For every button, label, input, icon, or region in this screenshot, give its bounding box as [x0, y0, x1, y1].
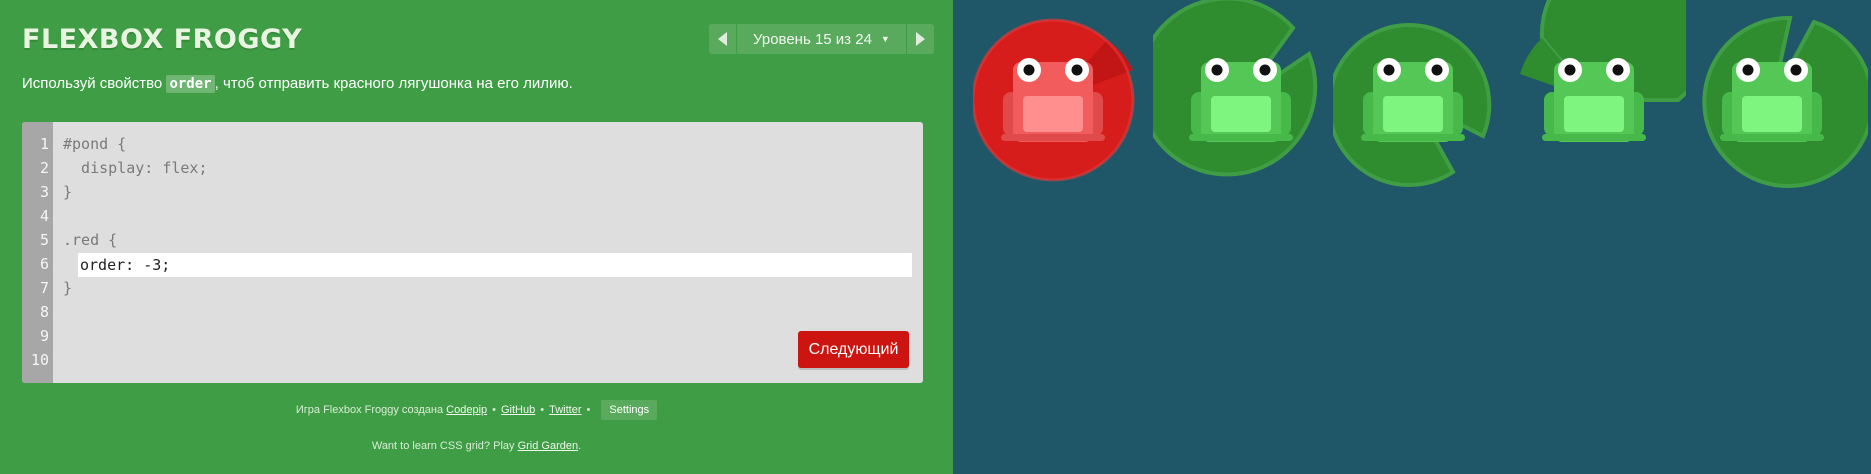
- twitter-link[interactable]: Twitter: [549, 404, 581, 416]
- pond-board: [953, 0, 1871, 474]
- promo-end: .: [578, 440, 582, 452]
- lilypad-green-icon: [1327, 23, 1492, 187]
- code-line: }: [63, 279, 73, 297]
- footer-credits: Игра Flexbox Froggy создана Codepip • Gi…: [0, 400, 953, 420]
- app-title: FLEXBOX FROGGY: [22, 24, 303, 55]
- pond-cell-1: [971, 0, 1141, 195]
- settings-button[interactable]: Settings: [601, 400, 658, 420]
- line-number: 2: [39, 159, 49, 177]
- arrow-right-icon: [915, 32, 925, 46]
- line-number: 1: [39, 135, 49, 153]
- next-level-arrow-button[interactable]: [906, 24, 934, 54]
- promo-text: Want to learn CSS grid? Play: [371, 440, 518, 452]
- line-number: 9: [39, 327, 49, 345]
- instructions-text-before: Используй свойство: [22, 75, 167, 92]
- next-level-button[interactable]: Следующий: [798, 331, 909, 368]
- lilypad-green-icon: [1702, 15, 1871, 188]
- lilypad-red-icon: [971, 18, 1135, 182]
- frog-red-icon: [1001, 58, 1105, 142]
- css-code-editor: 1 2 3 4 5 6 7 8 9 10 #pond { display: fl…: [22, 122, 923, 383]
- instructions-property-code: order: [166, 75, 215, 93]
- separator: •: [586, 404, 591, 416]
- code-line: .red {: [63, 231, 118, 249]
- line-number: 8: [39, 303, 49, 321]
- credit-text: Игра Flexbox Froggy создана: [295, 404, 444, 416]
- grid-garden-link[interactable]: Grid Garden: [518, 440, 579, 452]
- level-instructions: Используй свойство order, чтоб отправить…: [22, 74, 573, 94]
- caret-down-icon: ▼: [880, 34, 890, 44]
- level-selector[interactable]: Уровень 15 из 24 ▼: [737, 24, 906, 54]
- line-number: 4: [39, 207, 49, 225]
- code-line: display: flex;: [63, 159, 208, 177]
- line-number-gutter: 1 2 3 4 5 6 7 8 9 10: [22, 122, 53, 383]
- frog-green-icon: [1542, 58, 1646, 142]
- line-number: 5: [39, 231, 49, 249]
- line-number: 6: [39, 255, 49, 273]
- code-line: }: [63, 183, 73, 201]
- separator: •: [492, 404, 496, 416]
- frog-green-icon: [1720, 58, 1824, 142]
- frog-green-icon: [1361, 58, 1465, 142]
- grid-garden-promo: Want to learn CSS grid? Play Grid Garden…: [0, 440, 953, 452]
- sidebar-panel: FLEXBOX FROGGY Уровень 15 из 24 ▼ Исполь…: [0, 0, 953, 474]
- separator: •: [540, 404, 545, 416]
- level-indicator-label: Уровень 15 из 24: [753, 30, 872, 48]
- level-navigation: Уровень 15 из 24 ▼: [709, 24, 934, 54]
- pond-cell-5: [1688, 0, 1871, 195]
- lilypad-green-icon: [1137, 0, 1318, 177]
- frog-green-icon: [1189, 58, 1293, 142]
- line-number: 3: [39, 183, 49, 201]
- codepip-link[interactable]: Codepip: [446, 404, 487, 416]
- lilypad-green-icon: [1520, 0, 1712, 142]
- pond-cell-2: [1137, 0, 1333, 195]
- code-line: #pond {: [63, 135, 127, 153]
- pond-cell-4: [1508, 0, 1712, 195]
- arrow-left-icon: [718, 32, 727, 46]
- pond-cell-3: [1327, 0, 1501, 195]
- line-number: 10: [30, 351, 49, 369]
- instructions-text-after: , чтоб отправить красного лягушонка на е…: [214, 75, 573, 92]
- previous-level-button[interactable]: [709, 24, 736, 54]
- github-link[interactable]: GitHub: [501, 404, 535, 416]
- line-number: 7: [39, 279, 49, 297]
- css-answer-input[interactable]: [78, 253, 912, 277]
